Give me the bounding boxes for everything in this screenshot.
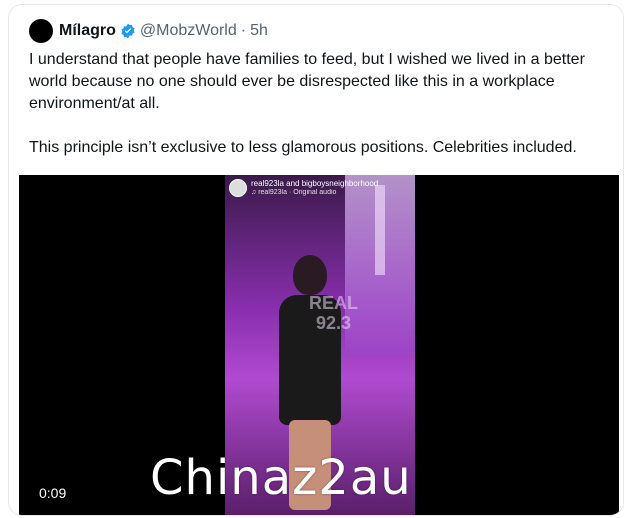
instagram-overlay: real923la and bigboysneighborhood ♫ real… [229,179,378,197]
author-handle[interactable]: @MobzWorld [140,22,237,40]
tweet-paragraph-1: I understand that people have families t… [29,51,585,112]
separator: · [240,22,247,39]
watermark: Chinaz2au [150,450,412,506]
instagram-avatar [229,179,247,197]
instagram-audio: ♫ real923la · Original audio [251,188,378,197]
tweet-text: I understand that people have families t… [29,49,609,181]
instagram-meta: real923la and bigboysneighborhood ♫ real… [251,179,378,197]
instagram-audio-text: real923la · Original audio [258,189,337,196]
performer-head [293,255,327,295]
author-name[interactable]: Mílagro [59,22,116,40]
timestamp[interactable]: 5h [250,22,268,40]
avatar[interactable] [29,19,53,43]
station-sign: REAL 92.3 [309,293,358,333]
video-timecode: 0:09 [39,485,67,501]
tweet-header: Mílagro @MobzWorld · 5h [29,19,268,43]
verified-badge-icon [120,23,136,39]
instagram-username: real923la and bigboysneighborhood [251,179,379,188]
tweet-card[interactable]: Mílagro @MobzWorld · 5h I understand tha… [8,4,624,516]
stage-curtain [375,185,385,275]
tweet-paragraph-2: This principle isn’t exclusive to less g… [29,139,577,156]
